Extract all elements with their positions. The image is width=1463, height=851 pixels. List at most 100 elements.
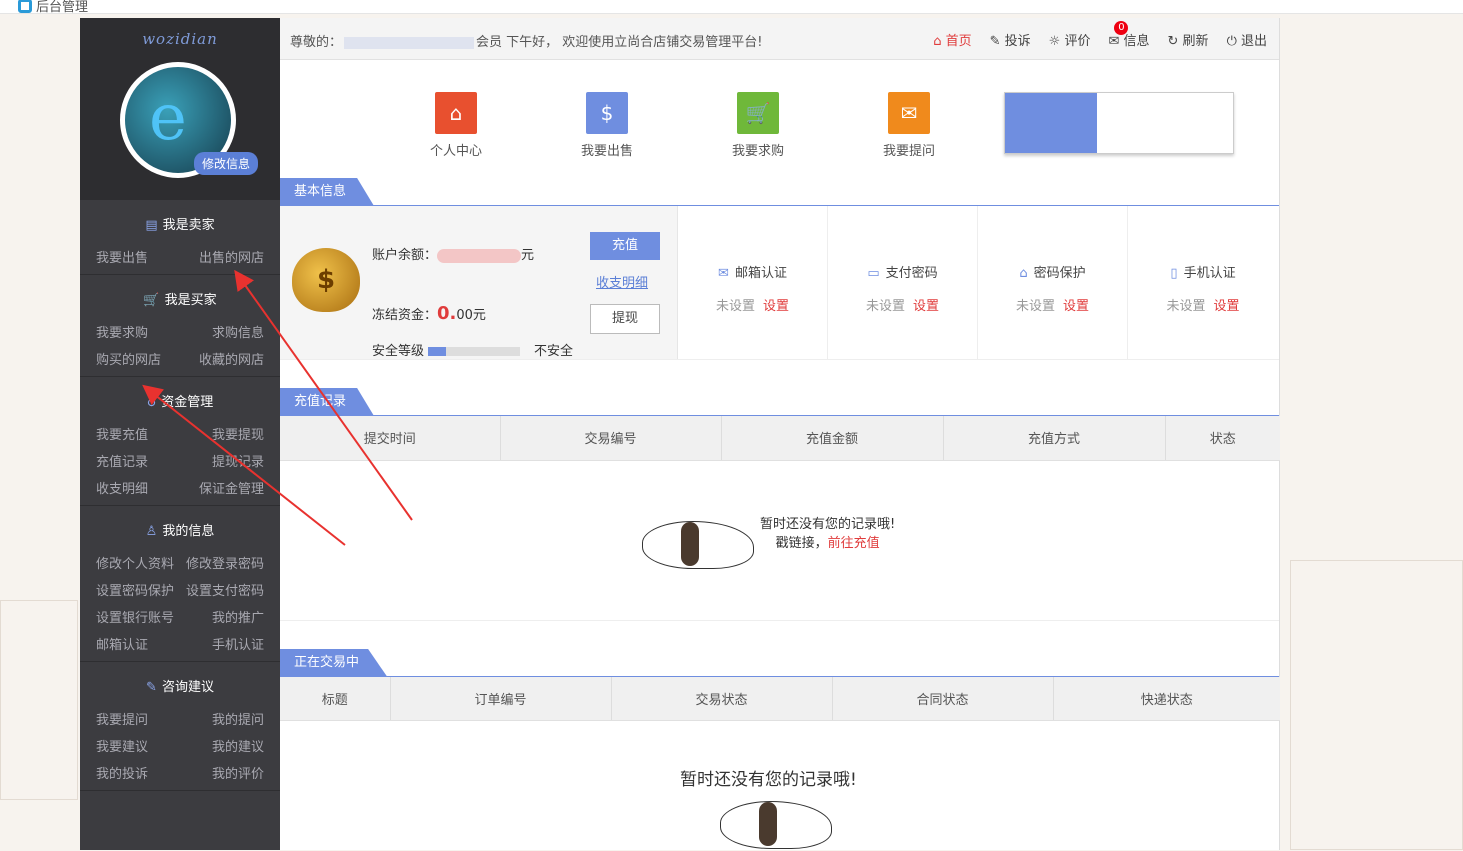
sidebar-link[interactable]: 收藏的网店: [180, 349, 264, 368]
column-header[interactable]: 充值金额: [721, 416, 944, 461]
sidebar-link[interactable]: 设置密码保护: [96, 580, 180, 599]
empty-line1: 暂时还没有您的记录哦!: [760, 516, 896, 532]
topnav-label: 首页: [945, 34, 972, 49]
topnav-icon: ↻: [1167, 34, 1183, 49]
recharge-table-header: 提交时间 交易编号 充值金额 充值方式 状态: [280, 416, 1280, 461]
column-header[interactable]: 快递状态: [1053, 676, 1280, 721]
sidebar-link[interactable]: 提现记录: [180, 451, 264, 470]
security-item-name: ▭ 支付密码: [867, 266, 938, 281]
security-items: ✉ 邮箱认证 未设置 设置 ▭ 支付密码 未设置 设置 ⌂ 密码保护 未设置 设置 ▯ 手机认证 未设置 设置: [678, 206, 1278, 359]
sidebar-link[interactable]: 设置银行账号: [96, 607, 180, 626]
sidebar-link[interactable]: 我的评价: [180, 763, 264, 782]
browser-tab-title: 后台管理: [36, 0, 89, 15]
shortcut-0[interactable]: ⌂ 个人中心: [406, 92, 506, 159]
go-recharge-link[interactable]: 前往充值: [828, 536, 880, 551]
sidebar-link[interactable]: 我要充值: [96, 424, 180, 443]
sidebar-link[interactable]: 我要求购: [96, 322, 180, 341]
promo-banner[interactable]: [1004, 92, 1234, 154]
topnav-2[interactable]: ☼ 评价: [1049, 30, 1091, 49]
security-item-icon: ▯: [1170, 266, 1178, 281]
topnav-4[interactable]: ↻ 刷新: [1168, 30, 1209, 49]
security-item-icon: ⌂: [1019, 266, 1028, 281]
security-item-name: ✉ 邮箱认证: [718, 266, 787, 281]
topnav-5[interactable]: ⏻ 退出: [1227, 30, 1267, 49]
sidebar-link[interactable]: 我要出售: [96, 247, 180, 266]
shortcut-label: 我要求购: [731, 144, 784, 159]
brand-logo: wozidian: [142, 30, 218, 48]
shortcut-1[interactable]: $ 我要出售: [557, 92, 657, 159]
sidebar-link[interactable]: 我的推广: [180, 607, 264, 626]
sidebar-link[interactable]: 求购信息: [180, 322, 264, 341]
recharge-button[interactable]: 充值: [590, 232, 660, 260]
sidebar-group-title: 🛒 我是买家: [80, 289, 280, 308]
statement-link[interactable]: 收支明细: [596, 272, 648, 291]
column-header[interactable]: 提交时间: [280, 416, 501, 461]
column-header[interactable]: 合同状态: [832, 676, 1054, 721]
topnav-label: 刷新: [1182, 34, 1209, 49]
topnav-3[interactable]: ✉ 信息 0: [1108, 21, 1150, 49]
security-item-set-link[interactable]: 设置: [763, 299, 789, 314]
topnav-icon: ⏻: [1226, 34, 1241, 49]
sidebar: wozidian e 修改信息 ▤ 我是卖家 我要出售 出售的网店 🛒 我是买家 我要求购求…: [80, 18, 280, 850]
frozen-row: 冻结资金：0.00元: [372, 303, 486, 324]
topnav-label: 投诉: [1004, 34, 1031, 49]
shortcut-2[interactable]: 🛒 我要求购: [708, 92, 808, 159]
trading-empty-state: 暂时还没有您的记录哦!: [280, 721, 1279, 851]
security-row: 安全等级 不安全: [372, 340, 573, 359]
sidebar-link[interactable]: 我要提问: [96, 709, 180, 728]
frozen-value: 0.: [437, 303, 457, 324]
withdraw-button[interactable]: 提现: [590, 304, 660, 334]
sidebar-link[interactable]: 邮箱认证: [96, 634, 180, 653]
security-item-set-link[interactable]: 设置: [1063, 299, 1089, 314]
sidebar-link[interactable]: 充值记录: [96, 451, 180, 470]
browser-tab-strip: 后台管理: [0, 0, 1463, 15]
security-item-0: ✉ 邮箱认证 未设置 设置: [678, 206, 828, 359]
promo-banner-fill: [1005, 93, 1097, 153]
sidebar-link[interactable]: 我的投诉: [96, 763, 180, 782]
shortcut-3[interactable]: ✉ 我要提问: [859, 92, 959, 159]
sidebar-link[interactable]: 购买的网店: [96, 349, 180, 368]
security-item-1: ▭ 支付密码未设置 设置: [828, 206, 978, 359]
topnav-label: 信息: [1123, 34, 1150, 49]
sidebar-link[interactable]: 收支明细: [96, 478, 180, 497]
column-header[interactable]: 充值方式: [943, 416, 1166, 461]
empty-line2: 戳链接，: [775, 535, 828, 551]
sidebar-link[interactable]: 我要建议: [96, 736, 180, 755]
column-header[interactable]: 标题: [280, 676, 391, 721]
column-header[interactable]: 订单编号: [390, 676, 612, 721]
trading-table-header: 标题 订单编号 交易状态 合同状态 快递状态: [280, 676, 1280, 721]
sidebar-link[interactable]: 出售的网店: [180, 247, 264, 266]
edit-icon: ✎: [146, 680, 157, 695]
sidebar-link[interactable]: 我的提问: [180, 709, 264, 728]
browser-tab[interactable]: 后台管理: [18, 0, 88, 15]
cart-icon: 🛒: [143, 293, 160, 308]
recharge-empty-message: 暂时还没有您的记录哦! 戳链接，前往充值: [760, 515, 895, 553]
main-panel: 尊敬的： 会员 下午好， 欢迎使用立尚合店铺交易管理平台! ⌂ 首页 ✎ 投诉 ☼ 评…: [280, 18, 1280, 850]
shortcut-label: 我要提问: [882, 144, 935, 159]
edit-profile-badge[interactable]: 修改信息: [194, 152, 259, 175]
sidebar-group-label: 我的信息: [162, 524, 215, 539]
column-header[interactable]: 交易编号: [500, 416, 722, 461]
column-header[interactable]: 交易状态: [611, 676, 833, 721]
sidebar-link[interactable]: 修改个人资料: [96, 553, 180, 572]
security-item-icon: ▭: [867, 266, 880, 281]
sidebar-link[interactable]: 手机认证: [180, 634, 264, 653]
greeting-suffix: 会员 下午好， 欢迎使用立尚合店铺交易管理平台!: [476, 35, 763, 50]
topnav-label: 评价: [1064, 34, 1091, 49]
security-item-set-link[interactable]: 设置: [913, 299, 939, 314]
greeting-prefix: 尊敬的：: [290, 35, 343, 50]
sidebar-link[interactable]: 我要提现: [180, 424, 264, 443]
recharge-table: 提交时间 交易编号 充值金额 充值方式 状态: [280, 416, 1280, 461]
frozen-tail: 00元: [456, 308, 486, 323]
sidebar-link[interactable]: 我的建议: [180, 736, 264, 755]
sidebar-link[interactable]: 设置支付密码: [180, 580, 264, 599]
security-item-status: 未设置 设置: [865, 299, 940, 314]
sidebar-link[interactable]: 保证金管理: [180, 478, 264, 497]
topnav-0[interactable]: ⌂ 首页: [933, 30, 971, 49]
security-item-set-link[interactable]: 设置: [1214, 299, 1240, 314]
column-header[interactable]: 状态: [1165, 416, 1280, 461]
seal-mascot-icon-2: [720, 801, 832, 849]
sidebar-link[interactable]: 修改登录密码: [180, 553, 264, 572]
topnav-1[interactable]: ✎ 投诉: [990, 30, 1031, 49]
sidebar-group-label: 资金管理: [161, 395, 214, 410]
